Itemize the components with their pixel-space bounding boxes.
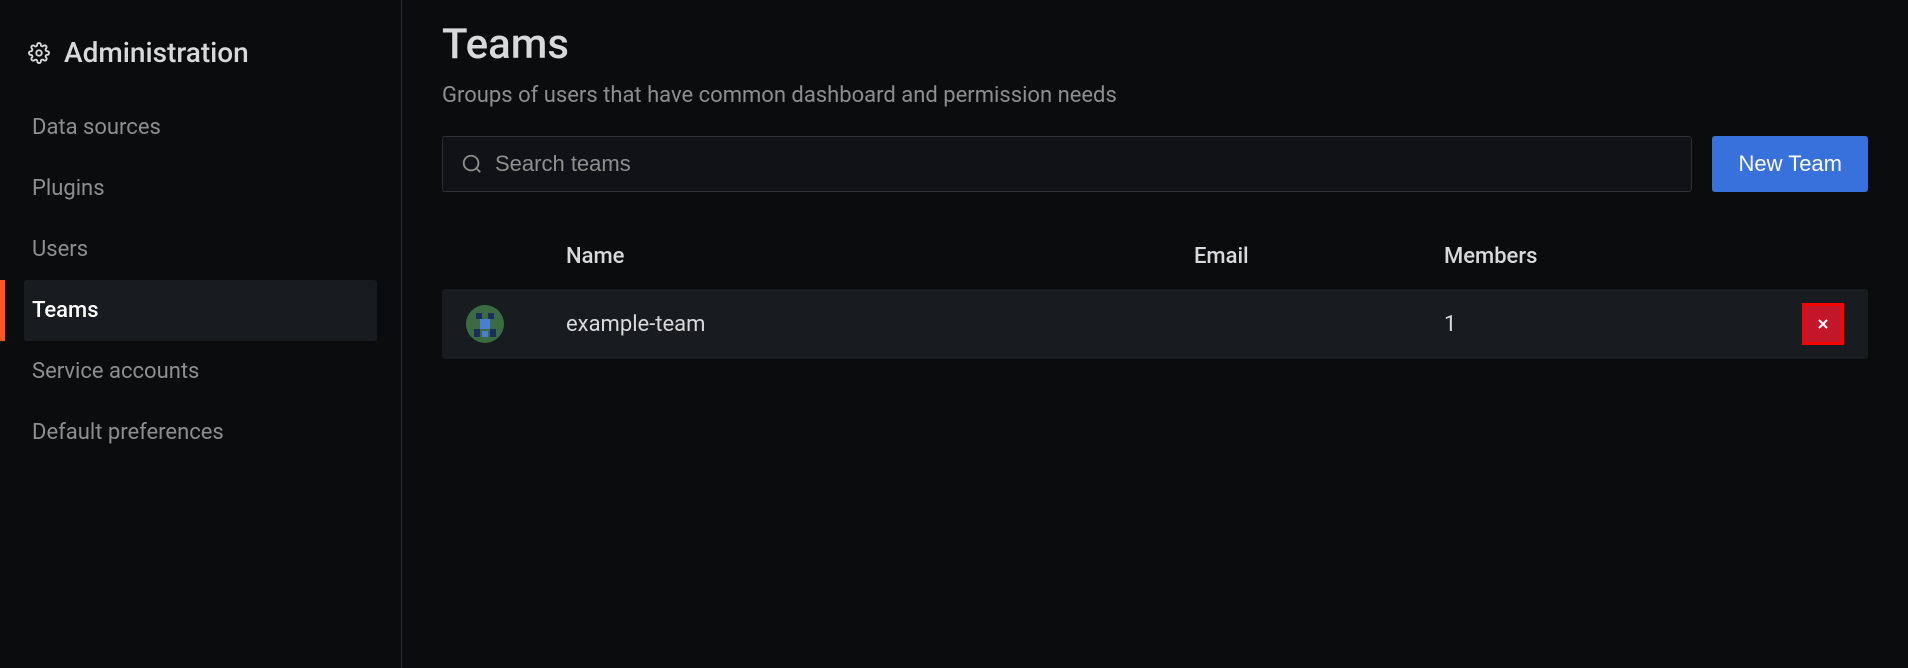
team-members: 1 <box>1444 312 1784 337</box>
sidebar-item-label: Teams <box>32 298 99 323</box>
sidebar-item-plugins[interactable]: Plugins <box>24 158 377 219</box>
sidebar-item-users[interactable]: Users <box>24 219 377 280</box>
team-name: example-team <box>566 312 1194 337</box>
sidebar-item-label: Data sources <box>32 115 161 140</box>
sidebar-header: Administration <box>0 24 401 97</box>
col-members-header: Members <box>1444 244 1784 269</box>
sidebar-item-service-accounts[interactable]: Service accounts <box>24 341 377 402</box>
search-wrapper <box>442 136 1692 192</box>
main-content: Teams Groups of users that have common d… <box>402 0 1908 668</box>
new-team-button[interactable]: New Team <box>1712 136 1868 192</box>
table-row[interactable]: example-team 1 <box>442 289 1868 359</box>
col-avatar-header <box>466 244 566 269</box>
col-email-header: Email <box>1194 244 1444 269</box>
search-icon <box>461 153 483 175</box>
delete-team-button[interactable] <box>1802 303 1844 345</box>
sidebar-title: Administration <box>64 36 249 69</box>
gear-icon <box>28 42 50 64</box>
sidebar-item-teams[interactable]: Teams <box>24 280 377 341</box>
avatar-icon <box>466 305 504 343</box>
sidebar-item-label: Service accounts <box>32 359 199 384</box>
page-subtitle: Groups of users that have common dashboa… <box>442 83 1868 108</box>
sidebar-item-label: Plugins <box>32 176 105 201</box>
col-name-header: Name <box>566 244 1194 269</box>
sidebar-item-label: Default preferences <box>32 420 224 445</box>
page-title: Teams <box>442 20 1868 69</box>
table-header: Name Email Members <box>442 224 1868 289</box>
teams-table: Name Email Members e <box>442 224 1868 359</box>
search-input[interactable] <box>495 151 1673 177</box>
team-actions <box>1784 303 1844 345</box>
sidebar-item-default-preferences[interactable]: Default preferences <box>24 402 377 463</box>
sidebar-item-data-sources[interactable]: Data sources <box>24 97 377 158</box>
sidebar-item-label: Users <box>32 237 88 262</box>
sidebar-items: Data sources Plugins Users Teams Service… <box>0 97 401 463</box>
team-avatar <box>466 305 504 343</box>
close-icon <box>1815 316 1831 332</box>
col-actions-header <box>1784 244 1844 269</box>
team-avatar-cell <box>466 305 566 343</box>
sidebar: Administration Data sources Plugins User… <box>0 0 402 668</box>
toolbar: New Team <box>442 136 1868 192</box>
